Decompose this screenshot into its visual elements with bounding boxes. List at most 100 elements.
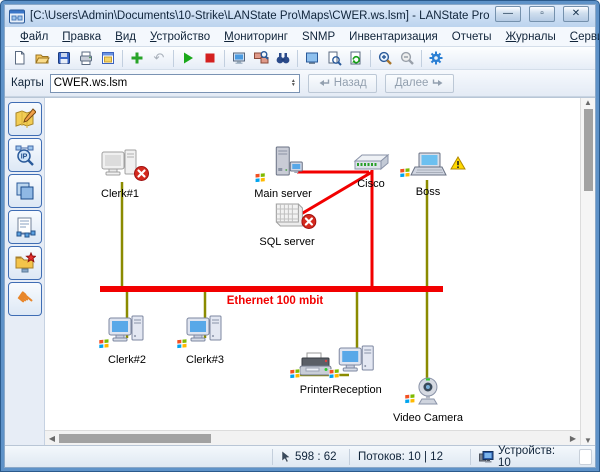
back-label: Назад — [334, 77, 367, 89]
device-monitor-icon — [231, 50, 247, 66]
scroll-up-icon[interactable]: ▲ — [581, 98, 595, 107]
error-badge-icon — [134, 166, 149, 181]
windows-flag-icon — [98, 338, 110, 349]
stop-monitoring-button[interactable] — [199, 48, 221, 69]
add-device-button[interactable] — [126, 48, 148, 69]
menu-monitoring[interactable]: Мониторинг — [217, 29, 295, 45]
minimize-button[interactable]: — — [495, 6, 521, 22]
find-device-button[interactable] — [272, 48, 294, 69]
menu-service[interactable]: Сервис — [563, 29, 600, 45]
save-icon — [56, 50, 72, 66]
network-discovery-icon — [253, 50, 269, 66]
workstation-icon — [337, 344, 377, 378]
device-label: Main server — [254, 188, 311, 200]
start-monitoring-icon — [180, 50, 196, 66]
print-button[interactable] — [75, 48, 97, 69]
device-label: SQL server — [259, 236, 314, 248]
window-frame: [C:\Users\Admin\Documents\10-Strike\LANS… — [4, 4, 596, 468]
network-map-canvas[interactable]: Ethernet 100 mbit Clerk#1 Main server — [45, 98, 580, 430]
device-node-clerk1[interactable]: Clerk#1 — [100, 148, 140, 200]
ip-scan-tool[interactable]: IP — [8, 138, 42, 172]
menu-file[interactable]: Файл — [13, 29, 55, 45]
select-area-icon — [14, 180, 36, 202]
devices-icon — [479, 451, 494, 463]
forward-button[interactable]: Далее — [385, 74, 455, 93]
folder-network-icon — [14, 252, 36, 274]
pointer-hand-tool[interactable]: ☛ — [8, 282, 42, 316]
menu-reports[interactable]: Отчеты — [445, 29, 499, 45]
horizontal-scrollbar[interactable]: ◀ ▶ — [45, 430, 580, 445]
add-device-icon — [129, 50, 145, 66]
title-bar[interactable]: [C:\Users\Admin\Documents\10-Strike\LANS… — [5, 5, 595, 27]
device-node-clerk2[interactable]: Clerk#2 — [107, 314, 147, 366]
devices-count-value: Устройств: 10 — [498, 445, 571, 469]
zoom-out-button[interactable] — [396, 48, 418, 69]
scroll-down-icon[interactable]: ▼ — [581, 436, 595, 445]
menu-snmp[interactable]: SNMP — [295, 29, 342, 45]
select-area-tool[interactable] — [8, 174, 42, 208]
save-button[interactable] — [53, 48, 75, 69]
status-bar: 598 : 62 Потоков: 10 | 12 Устройств: 10 — [5, 445, 595, 467]
device-node-main-server[interactable]: Main server — [254, 146, 311, 200]
maximize-button[interactable]: ▫ — [529, 6, 555, 22]
document-search-button[interactable] — [323, 48, 345, 69]
main-toolbar: ↶ — [5, 47, 595, 70]
flows-value: Потоков: 10 | 12 — [358, 451, 443, 463]
toolbar-separator — [122, 50, 123, 67]
map-select[interactable]: CWER.ws.lsm ▲▼ — [50, 74, 300, 93]
horizontal-scroll-thumb[interactable] — [59, 434, 211, 443]
folder-network-tool[interactable] — [8, 246, 42, 280]
menu-logs[interactable]: Журналы — [499, 29, 563, 45]
open-map-button[interactable] — [31, 48, 53, 69]
new-map-button[interactable] — [9, 48, 31, 69]
settings-button[interactable] — [425, 48, 447, 69]
error-badge-icon — [301, 214, 316, 229]
refresh-button[interactable] — [345, 48, 367, 69]
device-node-clerk3[interactable]: Clerk#3 — [185, 314, 225, 366]
view-map-button[interactable] — [301, 48, 323, 69]
edit-map-button[interactable] — [97, 48, 119, 69]
view-map-icon — [304, 50, 320, 66]
scroll-right-icon[interactable]: ▶ — [566, 434, 580, 443]
svg-text:IP: IP — [20, 154, 27, 161]
menu-inventory[interactable]: Инвентаризация — [342, 29, 445, 45]
device-node-video-camera[interactable]: Video Camera — [393, 376, 463, 424]
device-monitor-button[interactable] — [228, 48, 250, 69]
find-device-icon — [275, 50, 291, 66]
menu-bar: Файл Правка Вид Устройство Мониторинг SN… — [5, 27, 595, 47]
device-node-reception[interactable]: Reception — [332, 344, 382, 396]
device-label: Video Camera — [393, 412, 463, 424]
scroll-left-icon[interactable]: ◀ — [45, 434, 59, 443]
spinner-icon[interactable]: ▲▼ — [291, 79, 296, 87]
vertical-scrollbar[interactable]: ▲ ▼ — [580, 98, 595, 445]
workstation-icon — [107, 314, 147, 348]
vertical-scroll-thumb[interactable] — [584, 109, 593, 191]
server-icon — [263, 146, 303, 182]
menu-view[interactable]: Вид — [108, 29, 143, 45]
status-cursor-coords: 598 : 62 — [273, 446, 349, 467]
close-button[interactable]: ✕ — [563, 6, 589, 22]
canvas-column: Ethernet 100 mbit Clerk#1 Main server — [45, 98, 580, 445]
pointer-hand-icon: ☛ — [11, 285, 39, 314]
host-list-tool[interactable] — [8, 210, 42, 244]
windows-flag-icon — [176, 338, 188, 349]
map-edit-icon — [14, 108, 36, 130]
zoom-in-button[interactable] — [374, 48, 396, 69]
undo-button[interactable]: ↶ — [148, 48, 170, 69]
device-node-cisco[interactable]: Cisco — [352, 154, 390, 190]
device-node-boss[interactable]: Boss — [408, 152, 448, 198]
menu-device[interactable]: Устройство — [143, 29, 217, 45]
start-monitoring-button[interactable] — [177, 48, 199, 69]
map-edit-tool[interactable] — [8, 102, 42, 136]
resize-grip[interactable] — [579, 449, 592, 465]
network-discovery-button[interactable] — [250, 48, 272, 69]
device-node-sql-server[interactable]: SQL server — [259, 200, 314, 248]
workstation-icon — [185, 314, 225, 348]
window-controls: — ▫ ✕ — [495, 6, 589, 22]
windows-flag-icon — [404, 393, 416, 404]
main-area: IP ☛ Etherne — [5, 97, 595, 445]
menu-edit[interactable]: Правка — [55, 29, 108, 45]
host-list-icon — [14, 216, 36, 238]
maps-label: Карты — [11, 77, 44, 89]
back-button[interactable]: Назад — [308, 74, 377, 93]
